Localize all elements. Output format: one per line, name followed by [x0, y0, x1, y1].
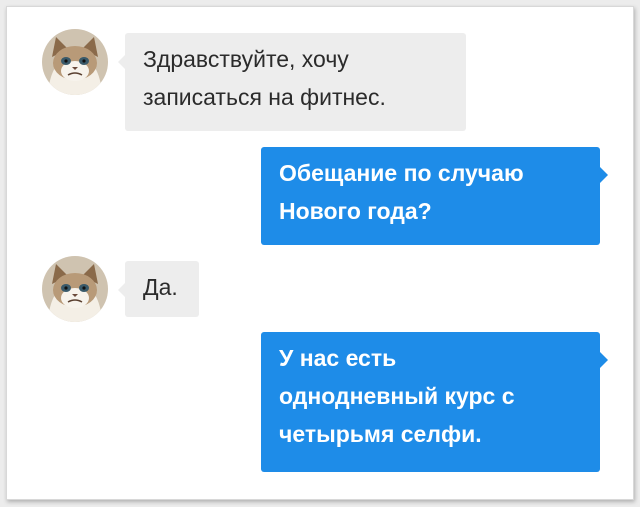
message-line: записаться на фитнес.: [143, 84, 386, 110]
message-bubble-outgoing: У нас есть однодневный курс с четырьмя с…: [261, 332, 608, 472]
message-bubble-outgoing: Обещание по случаю Нового года?: [261, 147, 608, 245]
message-line: У нас есть: [279, 345, 397, 371]
message-line: Да.: [143, 274, 178, 300]
chat-window: Здравствуйте, хочу записаться на фитнес.…: [6, 6, 634, 500]
message-line: однодневный курс с: [279, 383, 515, 409]
grumpy-cat-avatar-icon[interactable]: [42, 29, 108, 95]
message-line: Обещание по случаю: [279, 160, 524, 186]
grumpy-cat-avatar-icon[interactable]: [42, 256, 108, 322]
message-bubble-incoming: Да.: [118, 261, 199, 317]
message-line: четырьмя селфи.: [279, 421, 482, 447]
message-line: Здравствуйте, хочу: [143, 46, 349, 72]
message-bubble-incoming: Здравствуйте, хочу записаться на фитнес.: [118, 33, 466, 131]
message-line: Нового года?: [279, 198, 432, 224]
